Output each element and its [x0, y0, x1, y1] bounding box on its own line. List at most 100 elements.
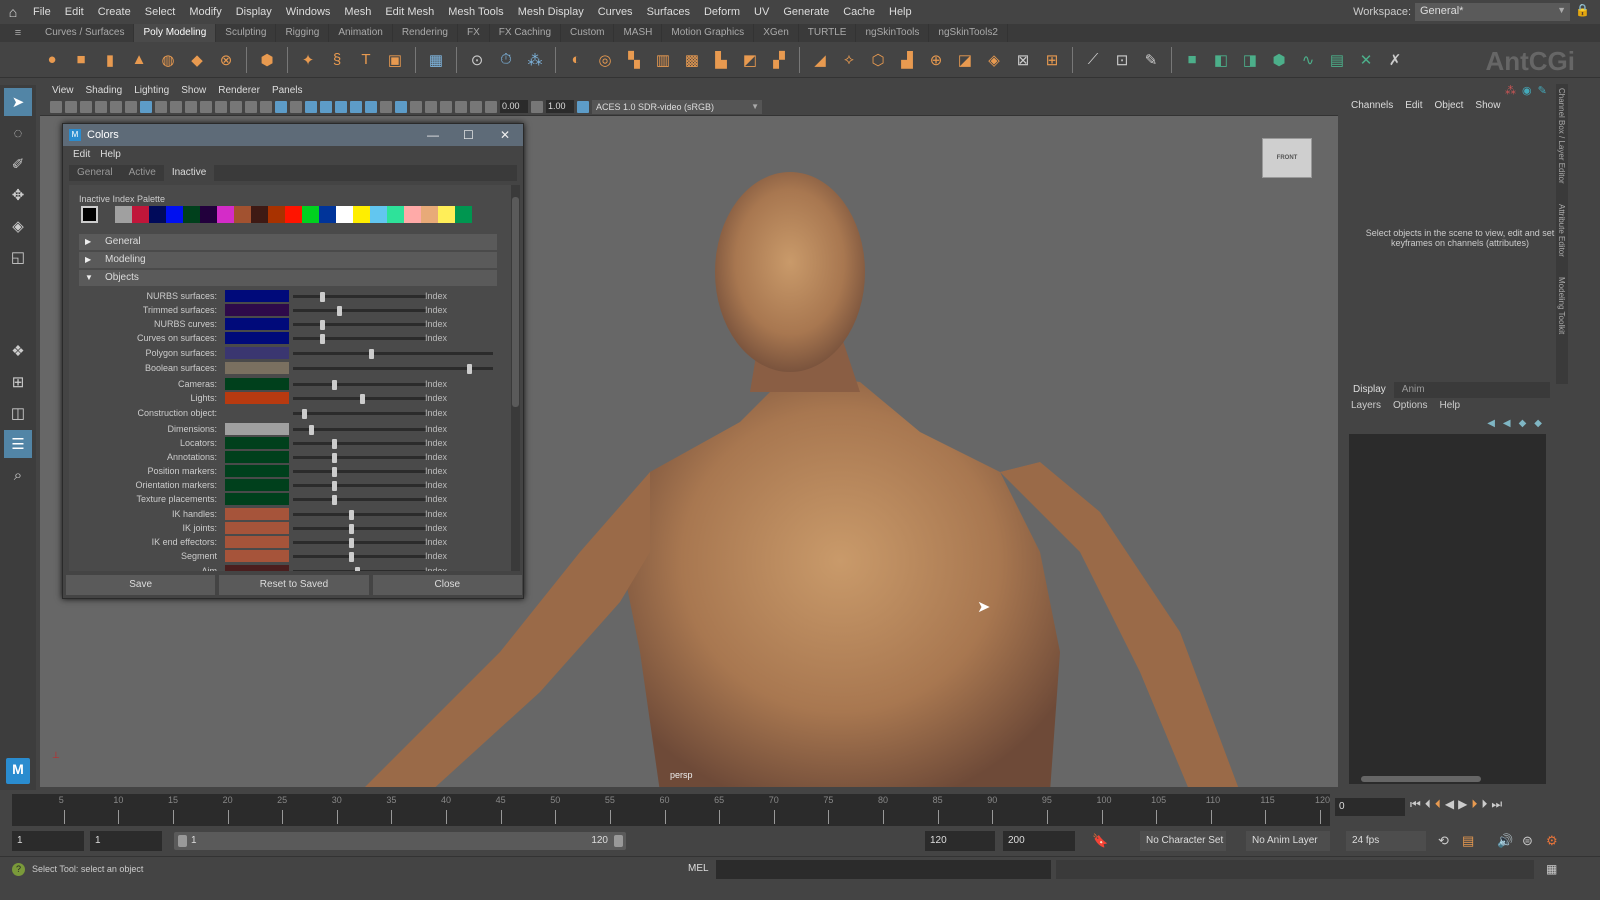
menu-display[interactable]: Display	[229, 6, 279, 18]
channel-menu-channels[interactable]: Channels	[1345, 100, 1399, 111]
svg-icon[interactable]: ▣	[383, 48, 407, 72]
shelf-tab[interactable]: FX Caching	[490, 24, 562, 42]
workspace-dropdown[interactable]: General*	[1415, 3, 1570, 21]
slider-thumb[interactable]	[337, 306, 342, 316]
palette-swatch[interactable]	[336, 206, 353, 223]
menu-select[interactable]: Select	[138, 6, 183, 18]
layer-tab-display[interactable]: Display	[1345, 382, 1394, 398]
gate-mask-icon[interactable]	[200, 100, 212, 113]
slider-thumb[interactable]	[302, 409, 307, 419]
color-slider[interactable]	[293, 495, 427, 505]
menu-edit-mesh[interactable]: Edit Mesh	[378, 6, 441, 18]
slider-thumb[interactable]	[320, 320, 325, 330]
combine-icon[interactable]: ⊙	[465, 48, 489, 72]
chamfer-icon[interactable]: ▞	[767, 48, 791, 72]
slider-thumb[interactable]	[355, 567, 360, 571]
channel-menu-edit[interactable]: Edit	[1399, 100, 1428, 111]
playback-end-field[interactable]: 120	[925, 831, 995, 851]
range-start-handle[interactable]	[178, 835, 187, 847]
slider-thumb[interactable]	[320, 334, 325, 344]
color-swatch[interactable]	[225, 465, 289, 477]
new-layer-selected-icon[interactable]: ◆	[1534, 418, 1542, 429]
menu-modify[interactable]: Modify	[182, 6, 228, 18]
help-icon[interactable]: ?	[12, 863, 25, 876]
safe-action-icon[interactable]	[230, 100, 242, 113]
color-slider[interactable]	[293, 380, 427, 390]
color-management-icon[interactable]	[577, 100, 589, 113]
color-slider[interactable]	[293, 538, 427, 548]
slider-thumb[interactable]	[467, 364, 472, 374]
save-button[interactable]: Save	[66, 575, 216, 595]
color-slider[interactable]	[293, 364, 493, 374]
camera-icon[interactable]	[50, 100, 62, 113]
merge-icon[interactable]: ◩	[738, 48, 762, 72]
range-slider[interactable]: 1 120	[174, 832, 626, 850]
slider-thumb[interactable]	[349, 552, 354, 562]
color-slider[interactable]	[293, 453, 427, 463]
color-swatch[interactable]	[225, 437, 289, 449]
channel-menu-show[interactable]: Show	[1469, 100, 1506, 111]
shelf-tab[interactable]: ngSkinTools	[856, 24, 930, 42]
shelf-tab[interactable]: Sculpting	[216, 24, 277, 42]
color-swatch[interactable]	[225, 565, 289, 571]
circularize-icon[interactable]: ⊞	[1040, 48, 1064, 72]
step-back-frame-icon[interactable]: ⏴	[1425, 797, 1431, 812]
menu-help[interactable]: Help	[882, 6, 919, 18]
menu-windows[interactable]: Windows	[279, 6, 338, 18]
grease-pencil-icon[interactable]	[140, 100, 152, 113]
xray-components-icon[interactable]	[470, 100, 482, 113]
wireframe-icon[interactable]	[260, 100, 272, 113]
color-swatch[interactable]	[225, 392, 289, 404]
section-modeling[interactable]: Modeling	[79, 252, 497, 268]
poly-grid-icon[interactable]: ▦	[424, 48, 448, 72]
palette-swatch[interactable]	[302, 206, 319, 223]
shelf-tab[interactable]: XGen	[754, 24, 799, 42]
palette-swatch[interactable]	[438, 206, 455, 223]
film-gate-icon[interactable]	[170, 100, 182, 113]
fps-dropdown[interactable]: 24 fps	[1346, 831, 1426, 851]
palette-swatch[interactable]	[217, 206, 234, 223]
paint-select-tool-icon[interactable]: ✐	[4, 150, 32, 178]
new-layer-icon[interactable]: ◆	[1519, 418, 1527, 429]
textured-icon[interactable]	[320, 100, 332, 113]
shelf-tab[interactable]: MASH	[614, 24, 663, 42]
poke-icon[interactable]: ◪	[953, 48, 977, 72]
tab-general[interactable]: General	[69, 165, 121, 181]
palette-swatch[interactable]	[132, 206, 149, 223]
color-swatch[interactable]	[225, 304, 289, 316]
channel-menu-object[interactable]: Object	[1429, 100, 1470, 111]
slider-thumb[interactable]	[332, 453, 337, 463]
bookmark-icon[interactable]: 🔖	[1092, 833, 1108, 849]
palette-swatch[interactable]	[319, 206, 336, 223]
step-back-key-icon[interactable]: ⏴	[1435, 797, 1441, 812]
menu-cache[interactable]: Cache	[836, 6, 882, 18]
cut-uv-icon[interactable]: ✕	[1354, 48, 1378, 72]
color-slider[interactable]	[293, 320, 427, 330]
shelf-tab[interactable]: Rendering	[393, 24, 458, 42]
spherical-map-icon[interactable]: ⬢	[1267, 48, 1291, 72]
motion-blur-icon[interactable]	[380, 100, 392, 113]
insert-edge-loop-icon[interactable]: ✎	[1139, 48, 1163, 72]
script-editor-icon[interactable]: ▦	[1546, 862, 1557, 876]
scale-tool-icon[interactable]: ◱	[4, 243, 32, 271]
side-tab-attribute-editor[interactable]: Attribute Editor	[1557, 204, 1566, 257]
cylindrical-map-icon[interactable]: ◨	[1238, 48, 1262, 72]
move-layer-down-icon[interactable]: ◀	[1503, 418, 1511, 429]
color-swatch[interactable]	[225, 347, 289, 359]
time-slider[interactable]: 5 10 15 20 25 30 35 40 45 50 55 60 65 70 75 80 85 90 95 100…	[12, 794, 1330, 826]
viewport-menu-renderer[interactable]: Renderer	[212, 85, 266, 96]
screen-space-ao-icon[interactable]	[365, 100, 377, 113]
color-slider[interactable]	[293, 524, 427, 534]
shelf-menu-icon[interactable]: ≡	[0, 27, 36, 39]
slider-thumb[interactable]	[332, 380, 337, 390]
tab-active[interactable]: Active	[121, 165, 164, 181]
color-swatch[interactable]	[225, 508, 289, 520]
menu-mesh-tools[interactable]: Mesh Tools	[441, 6, 510, 18]
slider-thumb[interactable]	[332, 481, 337, 491]
menu-edit[interactable]: Edit	[58, 6, 91, 18]
slider-thumb[interactable]	[332, 495, 337, 505]
quad-draw-icon[interactable]: ▟	[895, 48, 919, 72]
dialog-menu-help[interactable]: Help	[95, 149, 126, 160]
shelf-tab-active[interactable]: Poly Modeling	[134, 24, 217, 42]
camera-lock-icon[interactable]	[65, 100, 77, 113]
